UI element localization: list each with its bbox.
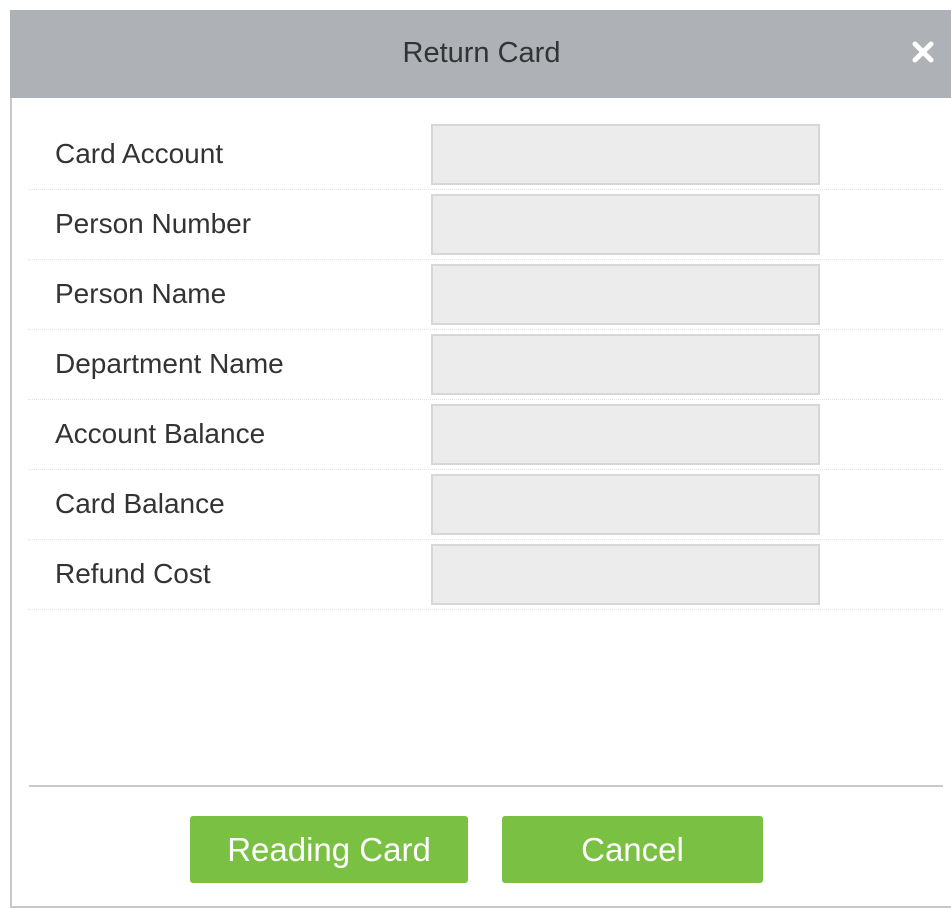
card-balance-field[interactable] xyxy=(431,474,820,535)
return-card-form: Card Account Person Number Person Name D… xyxy=(28,120,943,610)
form-row-refund-cost: Refund Cost xyxy=(28,540,943,610)
close-icon[interactable] xyxy=(905,34,941,70)
person-number-field[interactable] xyxy=(431,194,820,255)
card-account-field[interactable] xyxy=(431,124,820,185)
account-balance-label: Account Balance xyxy=(55,418,266,449)
form-row-account-balance: Account Balance xyxy=(28,400,943,470)
cancel-button[interactable]: Cancel xyxy=(502,816,763,883)
person-name-field[interactable] xyxy=(431,264,820,325)
form-row-person-name: Person Name xyxy=(28,260,943,330)
card-balance-label: Card Balance xyxy=(55,488,225,519)
footer-divider xyxy=(29,785,943,787)
account-balance-field[interactable] xyxy=(431,404,820,465)
reading-card-button[interactable]: Reading Card xyxy=(190,816,468,883)
form-row-person-number: Person Number xyxy=(28,190,943,260)
refund-cost-label: Refund Cost xyxy=(55,558,211,589)
form-row-card-account: Card Account xyxy=(28,120,943,190)
department-name-field[interactable] xyxy=(431,334,820,395)
form-row-department-name: Department Name xyxy=(28,330,943,400)
card-account-label: Card Account xyxy=(55,138,224,169)
department-name-label: Department Name xyxy=(55,348,284,379)
refund-cost-field[interactable] xyxy=(431,544,820,605)
dialog-title: Return Card xyxy=(402,37,561,69)
dialog-titlebar: Return Card xyxy=(10,10,951,98)
return-card-dialog: Return Card Card Account Person Number P… xyxy=(10,10,951,908)
close-icon-glyph xyxy=(912,41,934,63)
person-number-label: Person Number xyxy=(55,208,252,239)
person-name-label: Person Name xyxy=(55,278,227,309)
form-row-card-balance: Card Balance xyxy=(28,470,943,540)
